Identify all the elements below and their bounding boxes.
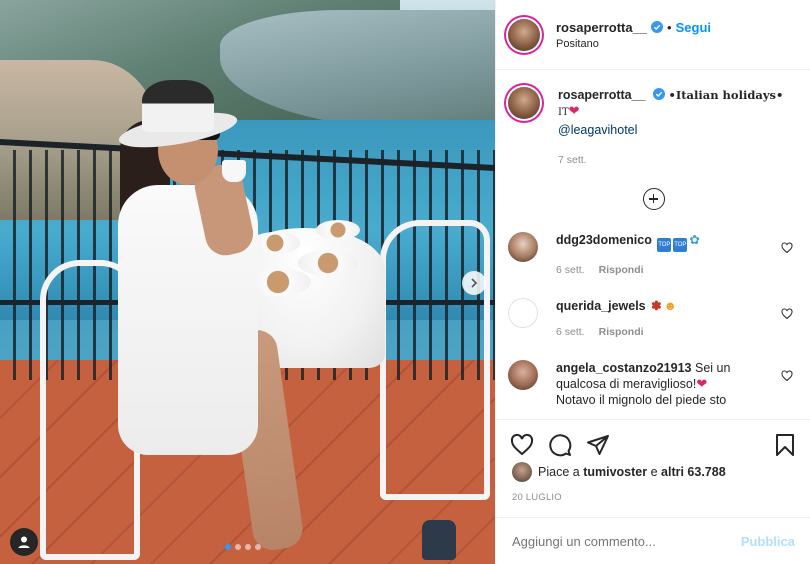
caption-date[interactable]: 7 sett.: [558, 154, 799, 166]
carousel-dot: [225, 544, 231, 550]
likes-prefix: Piace a: [538, 465, 580, 479]
user-tag-icon: [18, 536, 30, 548]
photo-plate: [298, 250, 358, 276]
share-icon[interactable]: [586, 433, 610, 457]
carousel-dot: [245, 544, 251, 550]
comment-icon[interactable]: [548, 433, 572, 457]
heart-emoji: ❤: [568, 103, 580, 118]
comment-time[interactable]: 6 sett.: [556, 264, 585, 276]
photo-chair-right: [380, 220, 490, 500]
follow-button[interactable]: Segui: [676, 20, 711, 35]
chevron-right-icon: [471, 278, 478, 288]
liker-username[interactable]: tumivoster: [583, 465, 647, 479]
comment-username[interactable]: angela_costanzo21913: [556, 361, 692, 375]
reply-button[interactable]: Rispondi: [599, 326, 644, 338]
caption-avatar[interactable]: [508, 87, 540, 119]
photo-hat-crown: [142, 80, 214, 132]
author-username[interactable]: rosaperrotta__: [556, 20, 647, 35]
caption-country: IT: [558, 107, 569, 118]
comment-avatar[interactable]: [508, 298, 538, 328]
emoji-hundred-icon: ✽: [651, 299, 662, 313]
add-comment-bar: Pubblica: [496, 517, 810, 564]
heart-icon[interactable]: [510, 433, 534, 457]
post-date[interactable]: 20 LUGLIO: [512, 492, 562, 503]
emoji-sparkle-icon: ✿: [689, 233, 700, 247]
comment-text-continued: Notavo il mignolo del piede sto: [556, 393, 727, 407]
post-side-panel: rosaperrotta__ • Segui Positano rosaperr…: [495, 0, 810, 564]
separator: •: [667, 19, 672, 35]
carousel-next-button[interactable]: [462, 271, 486, 295]
verified-badge-icon: [651, 21, 664, 33]
likes-count[interactable]: altri 63.788: [661, 465, 726, 479]
caption-username[interactable]: rosaperrotta__: [558, 88, 646, 102]
reply-button[interactable]: Rispondi: [599, 264, 644, 276]
author-avatar[interactable]: [508, 18, 540, 51]
comment-username[interactable]: querida_jewels: [556, 299, 646, 313]
comment-item: angela_costanzo21913 Sei un qualcosa di …: [508, 360, 799, 408]
comment-time[interactable]: 6 sett.: [556, 326, 585, 338]
caption-text: •Italian holidays•: [668, 88, 784, 102]
emoji-heart-eyes-icon: ☻: [663, 299, 677, 313]
bookmark-icon[interactable]: [773, 433, 797, 457]
caption-mention[interactable]: @leagavihotel: [558, 122, 783, 138]
comments-section: rosaperrotta__ •Italian holidays• IT❤ @l…: [496, 71, 810, 418]
comment-username[interactable]: ddg23domenico: [556, 233, 652, 247]
photo-slipper: [422, 520, 456, 560]
comment-input[interactable]: [512, 533, 741, 549]
post-header: rosaperrotta__ • Segui Positano: [496, 0, 810, 70]
heart-emoji: ❤: [696, 376, 708, 391]
post-photo[interactable]: [0, 0, 495, 564]
caption: rosaperrotta__ •Italian holidays• IT❤ @l…: [508, 87, 799, 138]
post-location[interactable]: Positano: [556, 38, 711, 50]
heart-icon[interactable]: [781, 308, 793, 320]
load-more-comments-button[interactable]: [496, 188, 810, 210]
carousel-dot: [235, 544, 241, 550]
emoji-top-icon: TOP: [657, 238, 672, 252]
comment-item: querida_jewels ✽ ☻ 6 sett. Rispondi: [508, 298, 799, 340]
heart-icon[interactable]: [781, 242, 793, 254]
photo-hat: [116, 80, 240, 155]
comment-avatar[interactable]: [508, 360, 538, 390]
carousel-indicator: [225, 544, 261, 550]
carousel-dot: [255, 544, 261, 550]
load-more-icon: [642, 188, 665, 210]
verified-badge-icon: [653, 88, 666, 100]
publish-button[interactable]: Pubblica: [741, 534, 795, 549]
emoji-top-icon: TOP: [673, 238, 688, 252]
photo-cup: [222, 160, 246, 182]
author-info: rosaperrotta__ • Segui Positano: [556, 20, 711, 50]
likes-summary: Piace a tumivoster e altri 63.788: [512, 462, 726, 482]
heart-icon[interactable]: [781, 370, 793, 382]
photo-plate: [316, 220, 360, 240]
likes-conjunction: e: [650, 465, 658, 479]
comment-avatar[interactable]: [508, 232, 538, 262]
liker-avatar[interactable]: [512, 462, 532, 482]
comment-item: ddg23domenico TOP TOP ✿ 6 sett. Rispondi: [508, 232, 799, 278]
user-tag-button[interactable]: [10, 528, 38, 556]
